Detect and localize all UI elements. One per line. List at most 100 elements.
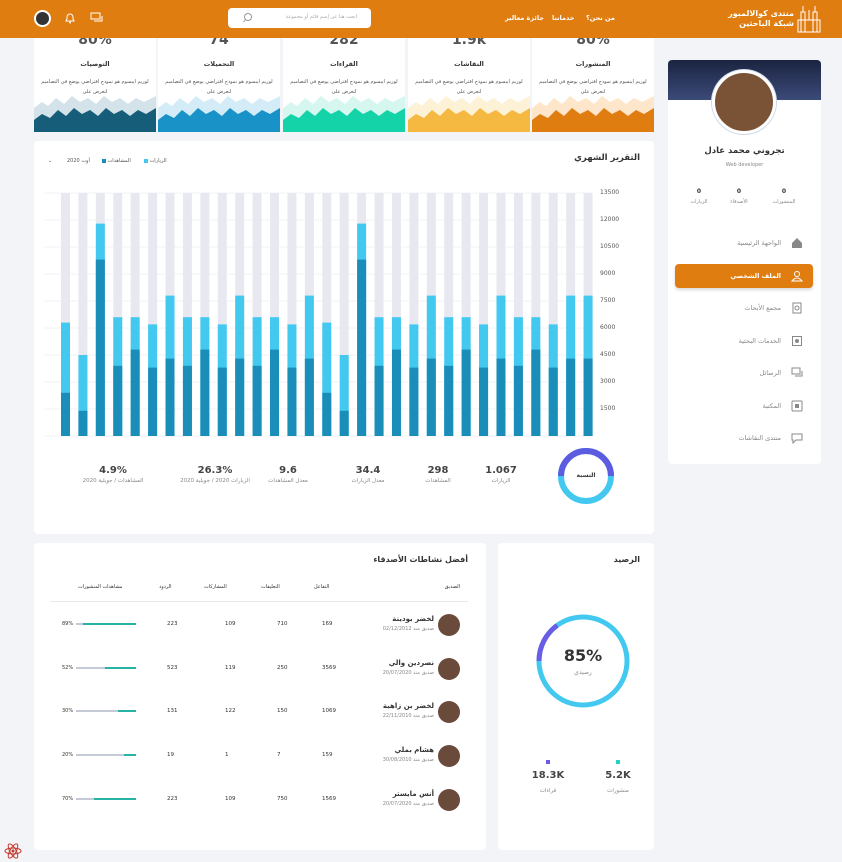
nav-award[interactable]: جائزة معالير (505, 14, 544, 22)
menu-item[interactable]: المكتبة (675, 394, 813, 418)
bar-views[interactable] (322, 392, 332, 436)
bell-icon[interactable] (64, 12, 76, 24)
bar-views[interactable] (391, 349, 401, 436)
friend-since: صديق منذ 02/12/2012 (382, 626, 434, 632)
bar-views[interactable] (357, 259, 367, 436)
menu-item[interactable]: الواجهة الرئيسية (675, 231, 813, 255)
stat-card[interactable]: 74 التحميلات لوريم ايبسوم هو نموذج افترا… (158, 38, 280, 132)
friend-name[interactable]: نصردين والي (389, 659, 434, 667)
cell-replies: 131 (167, 708, 178, 715)
bar-views[interactable] (479, 367, 489, 436)
bar-views[interactable] (113, 365, 123, 436)
nav-services[interactable]: خدماتنا (552, 14, 574, 22)
bar-views[interactable] (444, 365, 454, 436)
user-avatar[interactable] (34, 10, 51, 27)
top-bar: منتدى كوالالمبور شبكة الباحثين من نحن؟ خ… (0, 0, 842, 38)
bar-views[interactable] (374, 365, 384, 436)
home-icon (792, 238, 802, 248)
bar-views[interactable] (287, 367, 297, 436)
stat-card[interactable]: 80% المنشورات لوريم ايبسوم هو نموذج افتر… (532, 38, 654, 132)
menu-item[interactable]: مجمع الأبحاث (675, 296, 813, 320)
menu-item[interactable]: الرسائل (675, 361, 813, 385)
friends-activity-card: أفضل نشاطات الأصدقاء الصديق التفاعل التع… (34, 543, 486, 850)
bar-views[interactable] (513, 365, 523, 436)
react-icon[interactable] (4, 842, 22, 860)
y-tick-label: 6000 (600, 324, 616, 331)
friend-avatar[interactable] (438, 788, 460, 811)
bar-views[interactable] (165, 358, 175, 436)
bar-views[interactable] (130, 349, 140, 436)
friend-name[interactable]: أنس مايستر (393, 790, 434, 798)
progress-fill (82, 623, 136, 625)
friend-avatar[interactable] (438, 745, 460, 768)
bar-views[interactable] (252, 365, 262, 436)
stat-card[interactable]: 80% التوصيات لوريم ايبسوم هو نموذج افترا… (34, 38, 156, 132)
bar-views[interactable] (583, 358, 593, 436)
stat-card[interactable]: 1.9k النقاشات لوريم ايبسوم هو نموذج افتر… (408, 38, 530, 132)
profile-role: Web developer (725, 162, 764, 168)
legend-views: المشاهدات (100, 158, 131, 164)
bar-views[interactable] (148, 367, 158, 436)
kpi-item: 26.3% الزيارات 2020 / جويلية 2020 (175, 465, 255, 484)
bar-views[interactable] (200, 349, 210, 436)
bar-views[interactable] (426, 358, 436, 436)
cell-replies: 223 (167, 795, 178, 802)
period-select[interactable]: أوت 2020 (67, 158, 90, 164)
bar-views[interactable] (496, 358, 506, 436)
progress-percent: 52% (62, 664, 74, 671)
kpi-value: 298 (427, 465, 449, 476)
bar-views[interactable] (270, 349, 280, 436)
bar-views[interactable] (461, 349, 471, 436)
chevron-down-icon[interactable]: ⌄ (48, 158, 52, 164)
cell-replies: 19 (167, 752, 174, 759)
menu-item[interactable]: منتدى النقاشات (675, 426, 813, 450)
bar-views[interactable] (566, 358, 576, 436)
friend-name[interactable]: لخضر بودينة (392, 615, 434, 623)
friend-avatar[interactable] (438, 657, 460, 680)
bar-views[interactable] (61, 392, 70, 436)
menu-item[interactable]: الخدمات البحثية (675, 329, 813, 353)
messages-icon[interactable] (90, 12, 103, 24)
bar-views[interactable] (548, 367, 558, 436)
search-icon[interactable] (242, 12, 254, 24)
bar-views[interactable] (531, 349, 541, 436)
bar-views[interactable] (409, 367, 419, 436)
bar-views[interactable] (78, 410, 88, 436)
progress-percent: 70% (62, 795, 74, 802)
stat-wave (408, 96, 530, 132)
bar-views[interactable] (182, 365, 192, 436)
friend-name[interactable]: هشام بملي (395, 746, 434, 754)
kpi-label: المشاهدات (425, 478, 451, 484)
table-row[interactable]: لخضر بن زاهية صديق منذ 22/11/2010 1069 1… (34, 698, 486, 728)
table-row[interactable]: أنس مايستر صديق منذ 20/07/2020 1569 750 … (34, 786, 486, 816)
friend-name[interactable]: لخضر بن زاهية (383, 702, 434, 710)
bar-views[interactable] (339, 410, 349, 436)
friend-avatar[interactable] (438, 701, 460, 724)
monthly-report-card: التقرير الشهري الزيارات المشاهدات أوت 20… (34, 141, 654, 534)
bar-views[interactable] (95, 259, 105, 436)
y-tick-label: 1500 (600, 405, 616, 412)
table-row[interactable]: هشام بملي صديق منذ 30/08/2010 159 7 1 19… (34, 742, 486, 772)
bar-views[interactable] (304, 358, 314, 436)
nav-about[interactable]: من نحن؟ (586, 14, 615, 22)
bar-views[interactable] (217, 367, 227, 436)
cell-interaction: 1069 (322, 708, 336, 715)
cell-comments: 750 (277, 795, 288, 802)
bar-views[interactable] (235, 358, 245, 436)
book-icon (791, 400, 803, 411)
kpi-value: 9.6 (279, 465, 297, 476)
th-comments: التعليقات (261, 584, 280, 590)
kpi-label: الزيارات 2020 / جويلية 2020 (180, 478, 250, 484)
profile-avatar[interactable] (712, 70, 776, 134)
stat-card[interactable]: 282 القراءات لوريم ايبسوم هو نموذج افترا… (283, 38, 405, 132)
stat-title: القراءات (330, 60, 358, 68)
friend-avatar[interactable] (438, 614, 460, 636)
table-row[interactable]: لخضر بودينة صديق منذ 02/12/2012 169 710 … (34, 611, 486, 641)
th-friend: الصديق (444, 584, 460, 590)
cell-interaction: 3569 (322, 664, 336, 671)
reads-dot (546, 760, 550, 764)
table-row[interactable]: نصردين والي صديق منذ 20/07/2020 3569 250… (34, 655, 486, 685)
search-box[interactable]: ابحث هنا عن إسم قائم أو مجموعة (228, 8, 371, 28)
menu-item[interactable]: الملف الشخصي (675, 263, 813, 288)
balance-card: الرصيد 85% رصيدي 5.2K منشورات 18.3K قراء… (498, 543, 654, 850)
